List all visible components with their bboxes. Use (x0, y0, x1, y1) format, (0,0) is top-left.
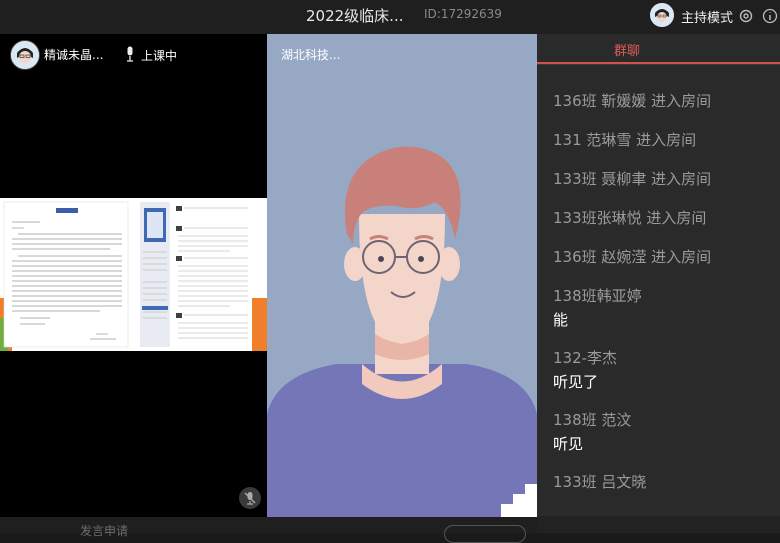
chat-sender: 138班韩亚婷 (553, 287, 642, 305)
chat-panel: 群聊 136班 靳媛媛 进入房间 131 范琳雪 进入房间 133班 聂柳聿 进… (537, 34, 780, 533)
chat-entry: 136班 靳媛媛 进入房间 (553, 92, 712, 110)
title-bar: 2022级临床... ID:17292639 主持模式 (0, 0, 780, 34)
chat-message: 能 (553, 311, 569, 329)
chat-sender: 132-李杰 (553, 349, 618, 367)
chat-message: 听见 (553, 435, 584, 453)
chat-entry: 131 范琳雪 进入房间 (553, 131, 697, 149)
student-video-panel (267, 34, 537, 517)
chat-sender: 138班 范汶 (553, 411, 632, 429)
speak-request-input[interactable]: 发言申请 (80, 522, 128, 539)
host-mode-label[interactable]: 主持模式 (681, 7, 733, 26)
send-button[interactable] (444, 525, 526, 543)
chat-sender: 133班 吕文晓 (553, 473, 647, 491)
shared-document-slide (0, 198, 267, 351)
chat-entry: 136班 赵婉滢 进入房间 (553, 248, 712, 266)
mic-muted-icon (244, 492, 256, 505)
host-avatar[interactable] (650, 3, 674, 27)
active-tab-indicator (537, 62, 780, 64)
class-status: 上课中 (141, 49, 178, 63)
student-avatar-illustration (267, 34, 537, 517)
teacher-name: 精诚未晶... (44, 48, 104, 62)
student-name: 湖北科技... (281, 48, 341, 62)
tab-group-chat[interactable]: 群聊 (614, 40, 640, 59)
settings-icon[interactable] (738, 8, 754, 24)
chat-tab-bar: 群聊 (537, 34, 780, 65)
mute-toggle-button[interactable] (239, 487, 261, 509)
window-title: 2022级临床... (306, 7, 404, 25)
teacher-avatar (10, 40, 40, 70)
room-id: ID:17292639 (424, 7, 502, 21)
chat-entry: 133班 聂柳聿 进入房间 (553, 170, 712, 188)
chat-message: 听见了 (553, 373, 599, 391)
chat-entry: 133班张琳悦 进入房间 (553, 209, 707, 227)
chat-input-area[interactable] (537, 516, 780, 533)
microphone-icon (127, 46, 133, 62)
info-icon[interactable] (762, 8, 778, 24)
